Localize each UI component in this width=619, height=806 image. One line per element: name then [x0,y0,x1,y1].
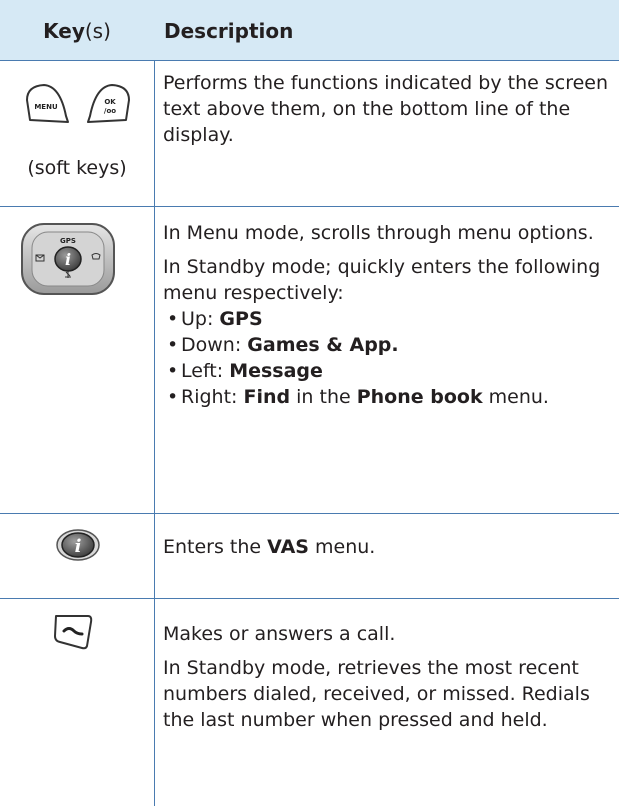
send-key-text-2: In Standby mode, retrieves the most rece… [163,657,590,731]
svg-text:i: i [65,250,71,269]
navigation-key-description: In Menu mode, scrolls through menu optio… [163,220,615,410]
svg-text:i: i [75,536,82,557]
svg-text:MENU: MENU [34,103,58,111]
list-item: Down: Games & App. [163,332,615,358]
send-key-description: Makes or answers a call. In Standby mode… [163,621,615,741]
row-divider [0,598,619,599]
send-key-icon [52,612,94,656]
nav-standby-mode-text: In Standby mode; quickly enters the foll… [163,256,601,304]
vas-key-description: Enters the VAS menu. [163,536,376,558]
list-item: Left: Message [163,358,615,384]
send-key-text-1: Makes or answers a call. [163,623,396,645]
navigation-key-icon: GPS i [20,222,116,300]
soft-keys-description: Performs the functions indicated by the … [163,72,609,146]
nav-shortcut-list: Up: GPS Down: Games & App. Left: Message… [163,306,615,410]
header-key: Key(s) [43,19,111,43]
vas-key-icon: i [54,528,102,566]
column-divider [154,0,155,806]
list-item: Up: GPS [163,306,615,332]
header-description: Description [164,19,294,43]
row-divider [0,206,619,207]
row-divider [0,513,619,514]
soft-keys-note: (soft keys) [27,157,127,179]
svg-text:/oo: /oo [104,107,116,115]
table-header: Key(s) Description [0,0,619,61]
list-item: Right: Find in the Phone book menu. [163,384,615,410]
svg-text:OK: OK [104,98,116,106]
menu-soft-key-icon: MENU [24,82,72,128]
nav-menu-mode-text: In Menu mode, scrolls through menu optio… [163,222,594,244]
ok-soft-key-icon: OK /oo [84,82,132,128]
svg-text:GPS: GPS [60,237,76,245]
